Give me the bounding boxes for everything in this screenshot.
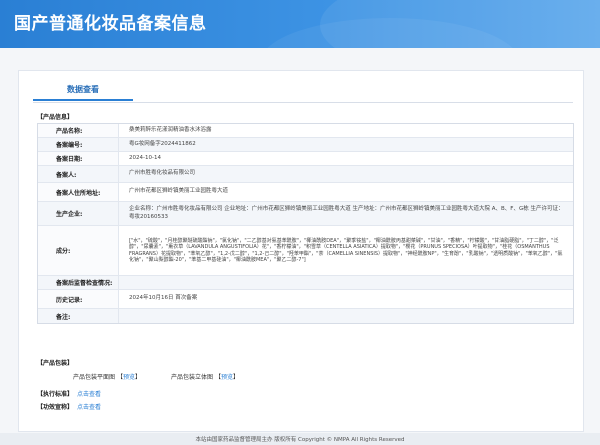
row-value: 广州市花都区狮岭镇美丽工业园胜粤大道 bbox=[118, 183, 573, 201]
package-solid-label: 产品包装立体图 bbox=[171, 374, 214, 381]
row-value: 桑美莉醉乐花漾润精油香水沐浴露 bbox=[118, 124, 573, 137]
package-title: 【产品包装】 bbox=[37, 360, 74, 367]
row-label: 成分: bbox=[38, 226, 118, 275]
row-value: 企业名称：广州市胜粤化妆品有限公司 企业地址：广州市花都区狮岭镇美丽工业园胜粤大… bbox=[118, 202, 573, 225]
row-label: 备注: bbox=[38, 309, 118, 323]
table-row: 备案人住所地址: 广州市花都区狮岭镇美丽工业园胜粤大道 bbox=[38, 183, 573, 202]
standard-title: 【执行标准】 bbox=[37, 391, 74, 398]
table-row: 成分: ["水"，"硫酸"，"月桂醇聚醚硫酸酯钠"，"氯化钠"，"二乙醇基对氨基… bbox=[38, 226, 573, 276]
tab-divider bbox=[33, 102, 573, 103]
detail-card: 数据查看 【产品信息】 产品名称: 桑美莉醉乐花漾润精油香水沐浴露 备案编号: … bbox=[18, 70, 584, 432]
package-solid-preview-link[interactable]: 预览 bbox=[221, 374, 233, 381]
row-value: 2024年10月16日 首次备案 bbox=[118, 290, 573, 308]
standard-section: 【执行标准】 点击查看 bbox=[37, 389, 101, 398]
package-solid: 产品包装立体图 【预览】 bbox=[171, 374, 239, 381]
row-value bbox=[118, 309, 573, 323]
row-label: 备案后监督检查情况: bbox=[38, 276, 118, 289]
page-footer: 本站由国家药品监督管理局主办 版权所有 Copyright © NMPA All… bbox=[0, 433, 600, 445]
table-row: 备案人: 广州市胜粤化妆品有限公司 bbox=[38, 166, 573, 183]
row-value: 粤G妆网备字2024411862 bbox=[118, 138, 573, 151]
row-value bbox=[118, 276, 573, 289]
row-label: 备案日期: bbox=[38, 152, 118, 165]
package-flat-label: 产品包装平面图 bbox=[73, 374, 116, 381]
efficacy-view-link[interactable]: 点击查看 bbox=[77, 404, 101, 411]
package-flat-preview-link[interactable]: 预览 bbox=[123, 374, 135, 381]
row-label: 历史记录: bbox=[38, 290, 118, 308]
table-row: 历史记录: 2024年10月16日 首次备案 bbox=[38, 290, 573, 309]
row-label: 备案人住所地址: bbox=[38, 183, 118, 201]
row-value: 广州市胜粤化妆品有限公司 bbox=[118, 166, 573, 182]
row-value: 2024-10-14 bbox=[118, 152, 573, 165]
product-info-title: 【产品信息】 bbox=[37, 114, 74, 121]
table-row: 备案日期: 2024-10-14 bbox=[38, 152, 573, 166]
table-row: 备案后监督检查情况: bbox=[38, 276, 573, 290]
package-flat: 产品包装平面图 【预览】 bbox=[73, 374, 141, 381]
table-row: 产品名称: 桑美莉醉乐花漾润精油香水沐浴露 bbox=[38, 124, 573, 138]
header-banner: 国产普通化妆品备案信息 bbox=[0, 0, 600, 48]
row-value: ["水"，"硫酸"，"月桂醇聚醚硫酸酯钠"，"氯化钠"，"二乙醇基对氨基苯酰胺"… bbox=[118, 226, 573, 275]
table-row: 备案编号: 粤G妆网备字2024411862 bbox=[38, 138, 573, 152]
tab-data-view[interactable]: 数据查看 bbox=[33, 79, 133, 101]
efficacy-section: 【功效宣称】 点击查看 bbox=[37, 402, 101, 411]
standard-view-link[interactable]: 点击查看 bbox=[77, 391, 101, 398]
row-label: 备案人: bbox=[38, 166, 118, 182]
row-label: 产品名称: bbox=[38, 124, 118, 137]
efficacy-title: 【功效宣称】 bbox=[37, 404, 74, 411]
product-info-table: 产品名称: 桑美莉醉乐花漾润精油香水沐浴露 备案编号: 粤G妆网备字202441… bbox=[37, 123, 574, 324]
row-label: 生产企业: bbox=[38, 202, 118, 225]
row-label: 备案编号: bbox=[38, 138, 118, 151]
table-row: 生产企业: 企业名称：广州市胜粤化妆品有限公司 企业地址：广州市花都区狮岭镇美丽… bbox=[38, 202, 573, 226]
page-title: 国产普通化妆品备案信息 bbox=[14, 14, 207, 34]
table-row: 备注: bbox=[38, 309, 573, 323]
